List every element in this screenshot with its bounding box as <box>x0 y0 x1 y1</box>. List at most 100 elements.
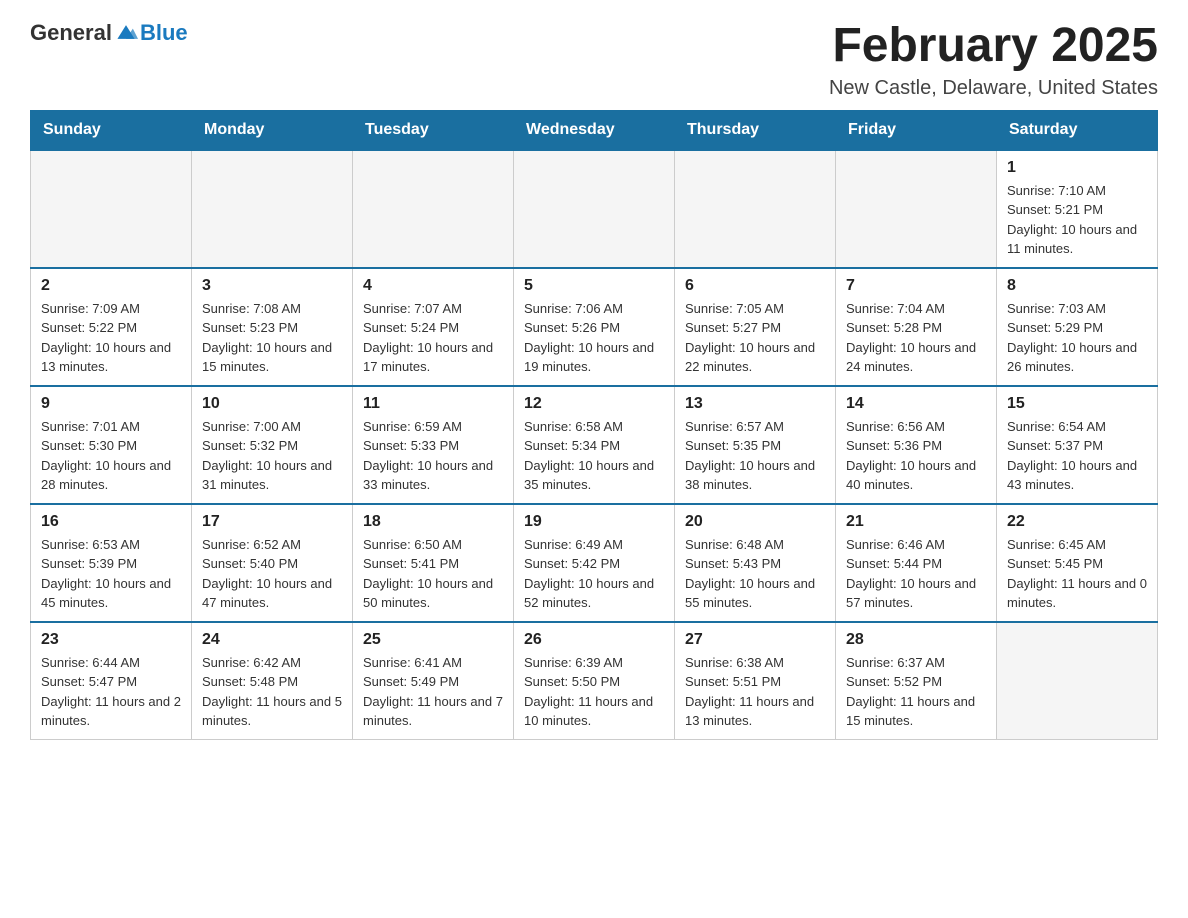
day-number: 20 <box>685 513 825 531</box>
calendar-week-row: 9 Sunrise: 7:01 AM Sunset: 5:30 PM Daylig… <box>31 386 1158 504</box>
day-number: 13 <box>685 395 825 413</box>
day-number: 18 <box>363 513 503 531</box>
day-info: Sunrise: 6:42 AM Sunset: 5:48 PM Dayligh… <box>202 653 342 731</box>
day-number: 4 <box>363 277 503 295</box>
day-number: 27 <box>685 631 825 649</box>
calendar-day-cell <box>514 150 675 268</box>
day-info: Sunrise: 6:37 AM Sunset: 5:52 PM Dayligh… <box>846 653 986 731</box>
calendar-day-cell <box>353 150 514 268</box>
calendar-day-cell: 6 Sunrise: 7:05 AM Sunset: 5:27 PM Daylig… <box>675 268 836 386</box>
day-info: Sunrise: 6:41 AM Sunset: 5:49 PM Dayligh… <box>363 653 503 731</box>
calendar-day-cell: 18 Sunrise: 6:50 AM Sunset: 5:41 PM Dayli… <box>353 504 514 622</box>
calendar-week-row: 16 Sunrise: 6:53 AM Sunset: 5:39 PM Dayli… <box>31 504 1158 622</box>
calendar-day-cell: 14 Sunrise: 6:56 AM Sunset: 5:36 PM Dayli… <box>836 386 997 504</box>
calendar-day-cell <box>31 150 192 268</box>
day-info: Sunrise: 6:59 AM Sunset: 5:33 PM Dayligh… <box>363 417 503 495</box>
weekday-header-tuesday: Tuesday <box>353 110 514 150</box>
day-number: 19 <box>524 513 664 531</box>
day-info: Sunrise: 6:44 AM Sunset: 5:47 PM Dayligh… <box>41 653 181 731</box>
calendar-day-cell: 15 Sunrise: 6:54 AM Sunset: 5:37 PM Dayli… <box>997 386 1158 504</box>
calendar-day-cell: 25 Sunrise: 6:41 AM Sunset: 5:49 PM Dayli… <box>353 622 514 740</box>
calendar-day-cell: 11 Sunrise: 6:59 AM Sunset: 5:33 PM Dayli… <box>353 386 514 504</box>
day-number: 28 <box>846 631 986 649</box>
calendar-header-row: SundayMondayTuesdayWednesdayThursdayFrid… <box>31 110 1158 150</box>
calendar-day-cell: 28 Sunrise: 6:37 AM Sunset: 5:52 PM Dayli… <box>836 622 997 740</box>
calendar-week-row: 23 Sunrise: 6:44 AM Sunset: 5:47 PM Dayli… <box>31 622 1158 740</box>
logo-general: General <box>30 20 112 46</box>
weekday-header-wednesday: Wednesday <box>514 110 675 150</box>
day-number: 23 <box>41 631 181 649</box>
day-number: 5 <box>524 277 664 295</box>
day-info: Sunrise: 7:04 AM Sunset: 5:28 PM Dayligh… <box>846 299 986 377</box>
calendar-day-cell: 22Sunrise: 6:45 AM Sunset: 5:45 PM Dayli… <box>997 504 1158 622</box>
day-number: 9 <box>41 395 181 413</box>
day-info: Sunrise: 6:49 AM Sunset: 5:42 PM Dayligh… <box>524 535 664 613</box>
weekday-header-sunday: Sunday <box>31 110 192 150</box>
day-info: Sunrise: 6:53 AM Sunset: 5:39 PM Dayligh… <box>41 535 181 613</box>
calendar-day-cell: 2 Sunrise: 7:09 AM Sunset: 5:22 PM Daylig… <box>31 268 192 386</box>
calendar-day-cell: 24Sunrise: 6:42 AM Sunset: 5:48 PM Dayli… <box>192 622 353 740</box>
day-info: Sunrise: 7:10 AM Sunset: 5:21 PM Dayligh… <box>1007 181 1147 259</box>
calendar-table: SundayMondayTuesdayWednesdayThursdayFrid… <box>30 110 1158 740</box>
calendar-day-cell: 5 Sunrise: 7:06 AM Sunset: 5:26 PM Daylig… <box>514 268 675 386</box>
day-number: 16 <box>41 513 181 531</box>
calendar-week-row: 2 Sunrise: 7:09 AM Sunset: 5:22 PM Daylig… <box>31 268 1158 386</box>
logo: General Blue <box>30 20 188 46</box>
calendar-day-cell: 19 Sunrise: 6:49 AM Sunset: 5:42 PM Dayli… <box>514 504 675 622</box>
day-number: 22 <box>1007 513 1147 531</box>
calendar-day-cell: 23 Sunrise: 6:44 AM Sunset: 5:47 PM Dayli… <box>31 622 192 740</box>
day-number: 14 <box>846 395 986 413</box>
day-info: Sunrise: 6:48 AM Sunset: 5:43 PM Dayligh… <box>685 535 825 613</box>
calendar-day-cell: 10 Sunrise: 7:00 AM Sunset: 5:32 PM Dayli… <box>192 386 353 504</box>
calendar-day-cell: 13 Sunrise: 6:57 AM Sunset: 5:35 PM Dayli… <box>675 386 836 504</box>
day-info: Sunrise: 7:05 AM Sunset: 5:27 PM Dayligh… <box>685 299 825 377</box>
day-info: Sunrise: 7:00 AM Sunset: 5:32 PM Dayligh… <box>202 417 342 495</box>
calendar-day-cell <box>675 150 836 268</box>
day-number: 11 <box>363 395 503 413</box>
day-info: Sunrise: 6:57 AM Sunset: 5:35 PM Dayligh… <box>685 417 825 495</box>
weekday-header-monday: Monday <box>192 110 353 150</box>
calendar-day-cell: 3 Sunrise: 7:08 AM Sunset: 5:23 PM Daylig… <box>192 268 353 386</box>
day-number: 12 <box>524 395 664 413</box>
day-number: 15 <box>1007 395 1147 413</box>
title-section: February 2025 New Castle, Delaware, Unit… <box>829 20 1158 100</box>
logo-icon <box>114 20 138 44</box>
day-info: Sunrise: 6:54 AM Sunset: 5:37 PM Dayligh… <box>1007 417 1147 495</box>
day-info: Sunrise: 6:39 AM Sunset: 5:50 PM Dayligh… <box>524 653 664 731</box>
calendar-day-cell: 8Sunrise: 7:03 AM Sunset: 5:29 PM Daylig… <box>997 268 1158 386</box>
logo-blue: Blue <box>140 20 188 46</box>
day-number: 6 <box>685 277 825 295</box>
calendar-day-cell: 9 Sunrise: 7:01 AM Sunset: 5:30 PM Daylig… <box>31 386 192 504</box>
calendar-day-cell: 7Sunrise: 7:04 AM Sunset: 5:28 PM Daylig… <box>836 268 997 386</box>
day-number: 3 <box>202 277 342 295</box>
calendar-week-row: 1 Sunrise: 7:10 AM Sunset: 5:21 PM Daylig… <box>31 150 1158 268</box>
page-title: February 2025 <box>829 20 1158 73</box>
day-number: 17 <box>202 513 342 531</box>
day-info: Sunrise: 6:46 AM Sunset: 5:44 PM Dayligh… <box>846 535 986 613</box>
weekday-header-friday: Friday <box>836 110 997 150</box>
day-number: 25 <box>363 631 503 649</box>
day-number: 1 <box>1007 159 1147 177</box>
day-number: 26 <box>524 631 664 649</box>
day-info: Sunrise: 7:06 AM Sunset: 5:26 PM Dayligh… <box>524 299 664 377</box>
day-number: 8 <box>1007 277 1147 295</box>
calendar-day-cell <box>836 150 997 268</box>
day-info: Sunrise: 7:07 AM Sunset: 5:24 PM Dayligh… <box>363 299 503 377</box>
day-info: Sunrise: 6:58 AM Sunset: 5:34 PM Dayligh… <box>524 417 664 495</box>
day-number: 21 <box>846 513 986 531</box>
calendar-day-cell: 16 Sunrise: 6:53 AM Sunset: 5:39 PM Dayli… <box>31 504 192 622</box>
calendar-day-cell: 21 Sunrise: 6:46 AM Sunset: 5:44 PM Dayli… <box>836 504 997 622</box>
day-info: Sunrise: 6:52 AM Sunset: 5:40 PM Dayligh… <box>202 535 342 613</box>
calendar-day-cell <box>997 622 1158 740</box>
weekday-header-saturday: Saturday <box>997 110 1158 150</box>
day-info: Sunrise: 7:09 AM Sunset: 5:22 PM Dayligh… <box>41 299 181 377</box>
page-header: General Blue February 2025 New Castle, D… <box>30 20 1158 100</box>
day-info: Sunrise: 7:08 AM Sunset: 5:23 PM Dayligh… <box>202 299 342 377</box>
weekday-header-thursday: Thursday <box>675 110 836 150</box>
day-number: 2 <box>41 277 181 295</box>
day-info: Sunrise: 6:50 AM Sunset: 5:41 PM Dayligh… <box>363 535 503 613</box>
day-number: 10 <box>202 395 342 413</box>
day-info: Sunrise: 7:01 AM Sunset: 5:30 PM Dayligh… <box>41 417 181 495</box>
day-info: Sunrise: 6:56 AM Sunset: 5:36 PM Dayligh… <box>846 417 986 495</box>
calendar-day-cell: 26 Sunrise: 6:39 AM Sunset: 5:50 PM Dayli… <box>514 622 675 740</box>
